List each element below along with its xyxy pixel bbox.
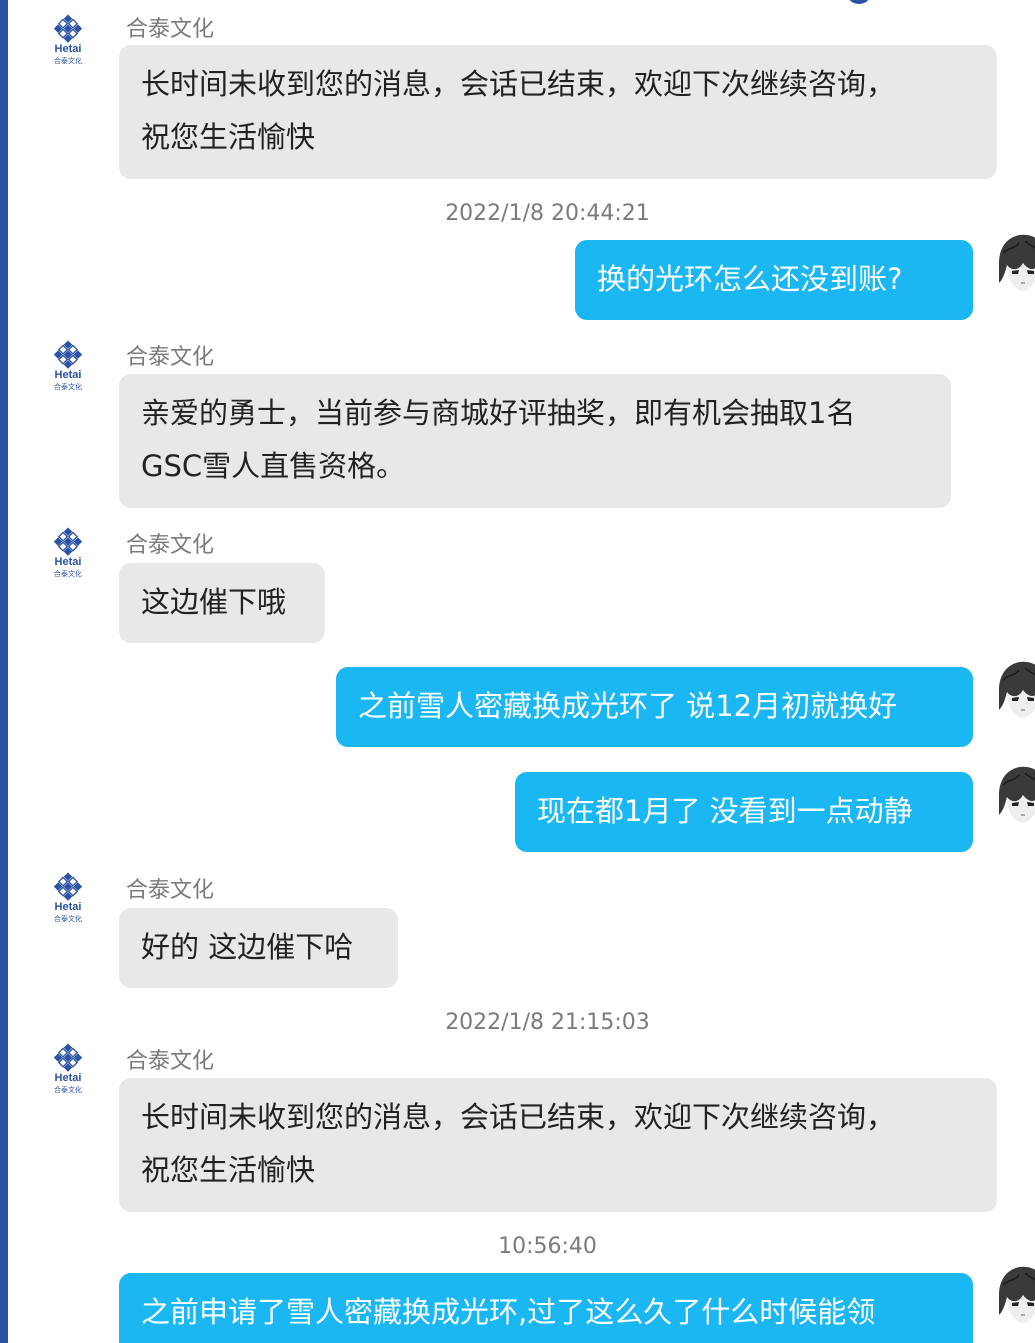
svg-text:Hetai: Hetai [55,43,82,55]
message-line: 好的 这边催下哈 [141,930,354,964]
user-avatar[interactable] [997,765,1035,827]
user-avatar[interactable] [997,1265,1035,1327]
hetai-logo-avatar: Hetai 合泰文化 [46,1043,90,1095]
message-bubble-outgoing[interactable]: 之前申请了雪人密藏换成光环,过了这么久了什么时候能领 [119,1273,973,1343]
message-line: 长时间未收到您的消息，会话已结束，欢迎下次继续咨询， [141,67,896,101]
message-bubble-outgoing[interactable]: 之前雪人密藏换成光环了 说12月初就换好 [336,667,973,747]
hetai-logo-avatar: Hetai 合泰文化 [46,14,90,66]
svg-text:Hetai: Hetai [55,556,82,568]
svg-text:Hetai: Hetai [55,901,82,913]
message-bubble-incoming[interactable]: 长时间未收到您的消息，会话已结束，欢迎下次继续咨询， 祝您生活愉快 [119,1078,997,1212]
user-avatar[interactable] [997,660,1035,722]
hetai-logo-avatar: Hetai 合泰文化 [46,340,90,392]
message-line: 之前申请了雪人密藏换成光环,过了这么久了什么时候能领 [141,1295,876,1329]
scroll-indicator [846,0,872,4]
message-bubble-incoming[interactable]: 好的 这边催下哈 [119,908,398,988]
sender-name: 合泰文化 [126,533,215,558]
message-line: 长时间未收到您的消息，会话已结束，欢迎下次继续咨询， [141,1100,896,1134]
message-bubble-incoming[interactable]: 这边催下哦 [119,563,325,643]
svg-text:合泰文化: 合泰文化 [54,56,82,65]
message-bubble-outgoing[interactable]: 现在都1月了 没看到一点动静 [515,772,973,852]
sender-name: 合泰文化 [126,17,215,42]
message-line: 这边催下哦 [141,585,287,619]
message-line: 祝您生活愉快 [141,120,316,154]
message-line: 祝您生活愉快 [141,1153,316,1187]
svg-text:合泰文化: 合泰文化 [54,914,82,923]
svg-text:合泰文化: 合泰文化 [54,569,82,578]
svg-text:合泰文化: 合泰文化 [54,1085,82,1094]
svg-text:Hetai: Hetai [55,369,82,381]
hetai-logo-avatar: Hetai 合泰文化 [46,872,90,924]
message-bubble-outgoing[interactable]: 换的光环怎么还没到账? [575,240,973,320]
message-line: 亲爱的勇士，当前参与商城好评抽奖，即有机会抽取1名 [141,396,856,430]
message-line: 现在都1月了 没看到一点动静 [537,794,913,828]
svg-text:Hetai: Hetai [55,1072,82,1084]
message-line: 之前雪人密藏换成光环了 说12月初就换好 [358,689,898,723]
sender-name: 合泰文化 [126,878,215,903]
message-line: 换的光环怎么还没到账? [597,262,903,296]
timestamp: 2022/1/8 21:15:03 [445,1010,650,1035]
sender-name: 合泰文化 [126,1049,215,1074]
message-line: GSC雪人直售资格。 [141,449,406,483]
hetai-logo-avatar: Hetai 合泰文化 [46,527,90,579]
message-bubble-incoming[interactable]: 亲爱的勇士，当前参与商城好评抽奖，即有机会抽取1名 GSC雪人直售资格。 [119,374,951,508]
svg-text:合泰文化: 合泰文化 [54,382,82,391]
timestamp: 2022/1/8 20:44:21 [445,201,650,226]
timestamp: 10:56:40 [498,1234,597,1259]
message-bubble-incoming[interactable]: 长时间未收到您的消息，会话已结束，欢迎下次继续咨询， 祝您生活愉快 [119,45,997,179]
sender-name: 合泰文化 [126,345,215,370]
user-avatar[interactable] [997,233,1035,295]
